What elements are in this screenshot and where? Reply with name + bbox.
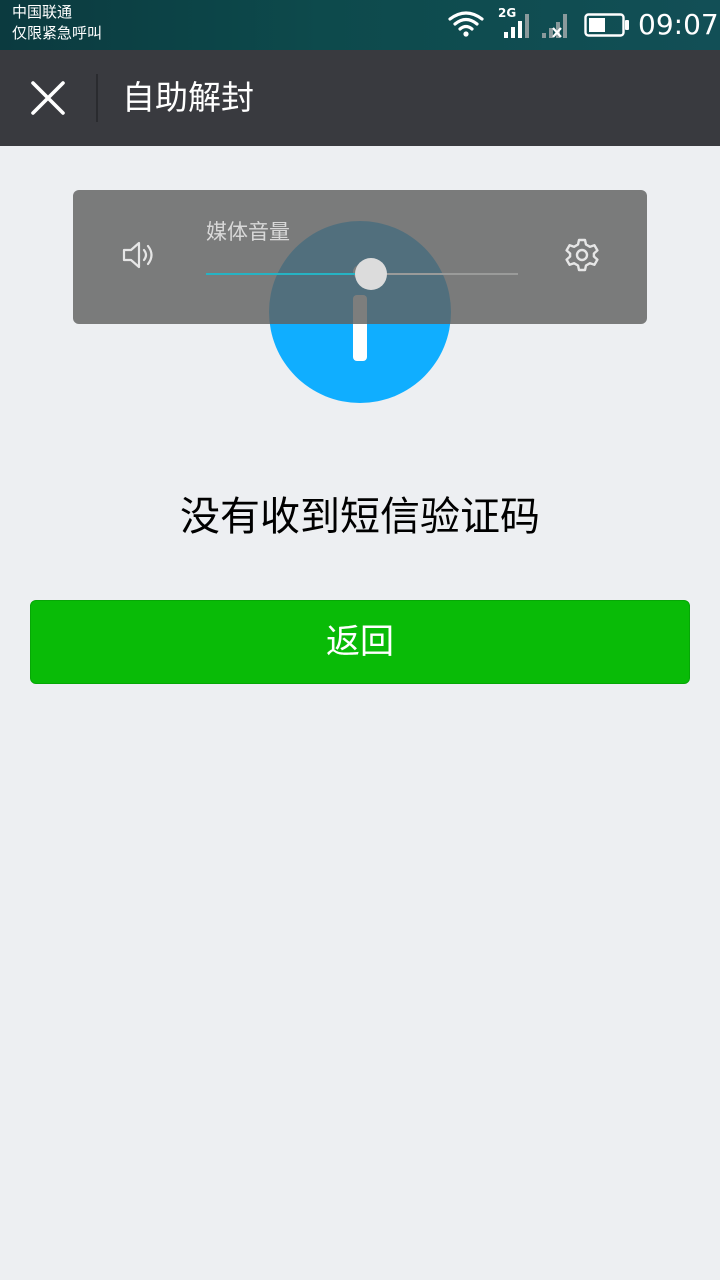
volume-slider-fill	[206, 273, 371, 275]
signal-no-service-icon	[542, 14, 567, 38]
close-button[interactable]	[14, 64, 82, 132]
carrier-info: 中国联通 仅限紧急呼叫	[12, 2, 102, 44]
wifi-icon	[448, 11, 484, 37]
title-bar: 自助解封	[0, 50, 720, 146]
volume-slider-thumb[interactable]	[355, 258, 387, 290]
clock: 09:07	[638, 8, 719, 41]
volume-label: 媒体音量	[206, 220, 290, 244]
gear-icon[interactable]	[564, 237, 600, 273]
status-icons: 2G 09:07	[420, 0, 720, 50]
speaker-icon[interactable]	[121, 238, 157, 272]
carrier-name: 中国联通	[12, 3, 73, 21]
close-icon	[31, 81, 65, 115]
status-bar: 中国联通 仅限紧急呼叫 2G 09:07	[0, 0, 720, 50]
emergency-calls-only: 仅限紧急呼叫	[12, 24, 103, 42]
page-title: 自助解封	[122, 78, 254, 117]
volume-slider[interactable]	[206, 258, 518, 290]
back-button[interactable]: 返回	[30, 600, 690, 684]
volume-overlay: 媒体音量	[73, 190, 647, 324]
battery-icon	[584, 13, 629, 37]
signal-2g-icon: 2G	[498, 6, 536, 40]
error-message: 没有收到短信验证码	[180, 494, 540, 540]
title-divider	[96, 74, 98, 122]
